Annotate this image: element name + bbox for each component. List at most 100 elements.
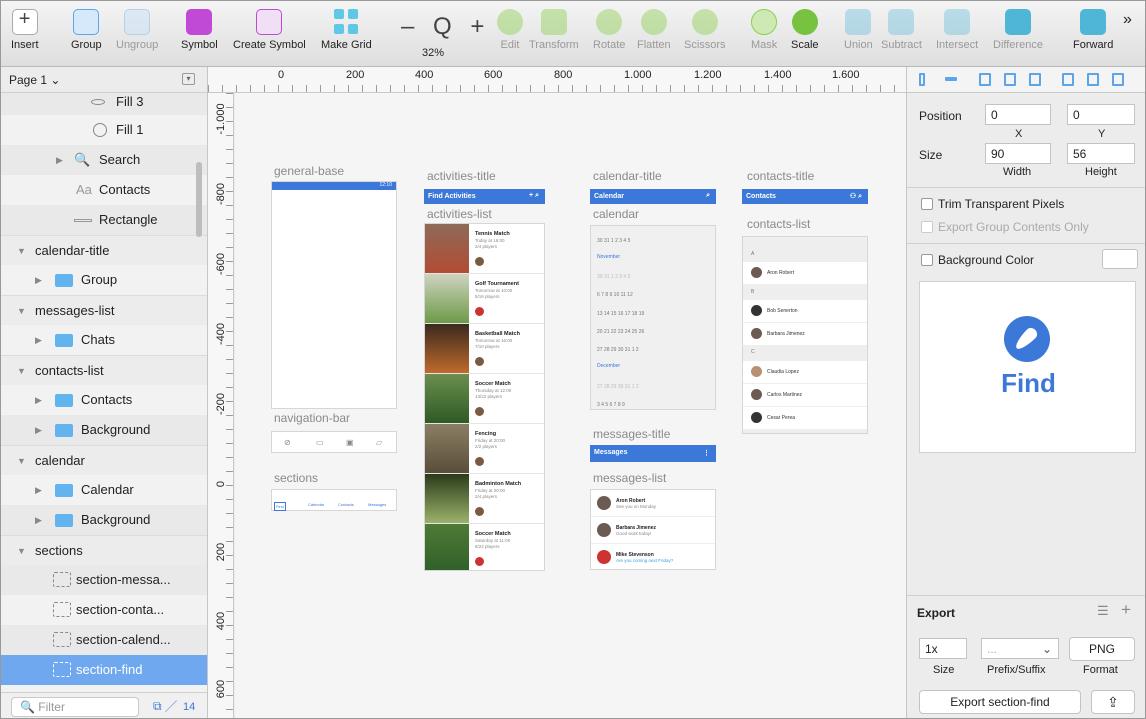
artboard-label-activities-title[interactable]: activities-title <box>427 169 496 183</box>
disclosure-icon[interactable]: ▶ <box>56 145 63 175</box>
contact-row[interactable]: Bob Senerton <box>743 300 867 322</box>
artboard-general-base[interactable]: 12:10 <box>271 181 397 409</box>
bg-color-swatch[interactable] <box>1102 249 1138 269</box>
rotate-button[interactable]: Rotate <box>593 9 625 51</box>
disclosure-icon[interactable]: ▶ <box>35 505 42 535</box>
layer-group[interactable]: ▶ Group <box>1 265 207 295</box>
zoom-controls[interactable]: – Q + <box>401 13 490 41</box>
distribute-h-icon[interactable] <box>919 73 925 86</box>
disclosure-icon[interactable]: ▶ <box>35 475 42 505</box>
layer-chats[interactable]: ▶ Chats <box>1 325 207 355</box>
layer-messages-list[interactable]: ▼ messages-list <box>1 295 207 325</box>
layer-contacts-list[interactable]: ▼ contacts-list <box>1 355 207 385</box>
height-input[interactable]: 56 <box>1067 143 1135 164</box>
export-scale-input[interactable]: 1x <box>919 638 967 659</box>
disclosure-icon[interactable]: ▶ <box>35 385 42 415</box>
difference-button[interactable]: Difference <box>993 9 1043 51</box>
artboard-label-contacts-list[interactable]: contacts-list <box>747 217 810 231</box>
disclosure-open-icon[interactable]: ▼ <box>17 296 26 325</box>
artboard-label-general-base[interactable]: general-base <box>274 164 344 178</box>
layer-section-contacts[interactable]: section-conta... <box>1 595 207 625</box>
artboard-navigation-bar[interactable]: ⊘ ▭ ▣ ▱ <box>271 431 397 453</box>
disclosure-open-icon[interactable]: ▼ <box>17 536 26 565</box>
edit-button[interactable]: Edit <box>497 9 523 51</box>
layer-background[interactable]: ▶ Background <box>1 415 207 445</box>
artboard-label-navigation-bar[interactable]: navigation-bar <box>274 411 350 425</box>
artboard-label-activities-list[interactable]: activities-list <box>427 207 492 221</box>
contacts-title-bar[interactable]: Contacts ⚇ ⌕ <box>742 189 868 204</box>
group-button[interactable]: Group <box>71 9 102 51</box>
bg-color-checkbox[interactable] <box>921 254 933 266</box>
layer-section-messages[interactable]: section-messa... <box>1 565 207 595</box>
layer-calendar[interactable]: ▼ calendar <box>1 445 207 475</box>
disclosure-open-icon[interactable]: ▼ <box>17 356 26 385</box>
mask-button[interactable]: Mask <box>751 9 777 51</box>
activity-card[interactable]: Soccer Match Saturday at 11:00 8/22 player… <box>425 524 544 570</box>
make-grid-button[interactable]: Make Grid <box>321 9 372 51</box>
layer-sections[interactable]: ▼ sections <box>1 535 207 565</box>
export-button[interactable]: Export section-find <box>919 690 1081 714</box>
artboard-label-sections[interactable]: sections <box>274 471 318 485</box>
layer-section-find[interactable]: section-find <box>1 655 207 685</box>
artboard-label-messages-title[interactable]: messages-title <box>593 427 670 441</box>
position-y-input[interactable]: 0 <box>1067 104 1135 125</box>
artboard-label-messages-list[interactable]: messages-list <box>593 471 666 485</box>
prefix-suffix-select[interactable]: ... ⌄ <box>981 638 1059 659</box>
intersect-button[interactable]: Intersect <box>936 9 978 51</box>
section-contacts[interactable]: Contacts <box>338 502 354 507</box>
artboard-contacts-list[interactable]: A Aron Robert B Bob Senerton Barbara Jim… <box>742 236 868 434</box>
section-calendar[interactable]: Calendar <box>308 502 324 507</box>
disclosure-open-icon[interactable]: ▼ <box>17 446 26 475</box>
page-selector[interactable]: Page 1 ⌄ ▾ <box>1 67 207 93</box>
trim-checkbox[interactable] <box>921 198 933 210</box>
layer-search[interactable]: ▶ 🔍 Search <box>1 145 207 175</box>
insert-button[interactable]: Insert <box>11 8 39 51</box>
section-find-selected[interactable]: Find <box>274 502 286 511</box>
artboard-calendar[interactable]: 30 31 1 2 3 4 5 November 30 31 1 2 3 4 5… <box>590 225 716 410</box>
activity-card[interactable]: Golf Tournament Tomorrow at 10:00 5/16 pla… <box>425 274 544 324</box>
calendar-title-bar[interactable]: Calendar ⌕ <box>590 189 716 204</box>
filter-input[interactable]: 🔍 Filter <box>11 697 139 717</box>
forward-button[interactable]: Forward <box>1073 9 1113 51</box>
layer-contacts-group[interactable]: ▶ Contacts <box>1 385 207 415</box>
export-settings-icon[interactable]: ☰ <box>1097 603 1109 619</box>
scissors-button[interactable]: Scissors <box>684 9 726 51</box>
contact-row[interactable]: Barbara Jimenez <box>743 323 867 345</box>
align-bottom-icon[interactable] <box>1112 73 1124 86</box>
layer-calendar-background[interactable]: ▶ Background <box>1 505 207 535</box>
layer-fill-3[interactable]: Fill 3 <box>1 93 207 115</box>
messages-title-bar[interactable]: Messages ⋮ <box>590 445 716 462</box>
distribute-v-icon[interactable] <box>945 77 957 81</box>
message-row[interactable]: Barbara Jimenez Good work today! <box>591 517 715 544</box>
transform-button[interactable]: Transform <box>529 9 579 51</box>
create-symbol-button[interactable]: Create Symbol <box>233 9 306 51</box>
disclosure-icon[interactable]: ▶ <box>35 325 42 355</box>
subtract-button[interactable]: Subtract <box>881 9 922 51</box>
layer-calendar-group[interactable]: ▶ Calendar <box>1 475 207 505</box>
toolbar-overflow[interactable]: » <box>1123 11 1132 29</box>
layer-section-calendar[interactable]: section-calend... <box>1 625 207 655</box>
contact-row[interactable]: Claudia Lopez <box>743 361 867 383</box>
flatten-button[interactable]: Flatten <box>637 9 671 51</box>
union-button[interactable]: Union <box>844 9 873 51</box>
message-row[interactable]: Aron Robert See you on Monday <box>591 490 715 517</box>
align-right-icon[interactable] <box>1029 73 1041 86</box>
collapse-icon[interactable]: ▾ <box>182 73 195 85</box>
artboard-messages-list[interactable]: Aron Robert See you on Monday Barbara Jim… <box>590 489 716 570</box>
artboard-sections[interactable]: Find Calendar Contacts Messages <box>271 489 397 511</box>
activity-card[interactable]: Basketball Match Tomorrow at 16:00 7/10 pl… <box>425 324 544 374</box>
symbol-button[interactable]: Symbol <box>181 9 218 51</box>
ungroup-button[interactable]: Ungroup <box>116 9 158 51</box>
artboard-label-calendar-title[interactable]: calendar-title <box>593 169 662 183</box>
add-export-icon[interactable]: + <box>1121 600 1131 620</box>
layer-contacts-text[interactable]: Aa Contacts <box>1 175 207 205</box>
align-top-icon[interactable] <box>1062 73 1074 86</box>
align-middle-icon[interactable] <box>1087 73 1099 86</box>
activity-card[interactable]: Fencing Friday at 20:00 2/2 players <box>425 424 544 474</box>
artboard-label-calendar[interactable]: calendar <box>593 207 639 221</box>
contact-row[interactable]: Cesar Perea <box>743 407 867 429</box>
artboard-label-contacts-title[interactable]: contacts-title <box>747 169 814 183</box>
layer-calendar-title[interactable]: ▼ calendar-title <box>1 235 207 265</box>
section-messages[interactable]: Messages <box>368 502 386 507</box>
contact-row[interactable]: Carlos Martinez <box>743 384 867 406</box>
